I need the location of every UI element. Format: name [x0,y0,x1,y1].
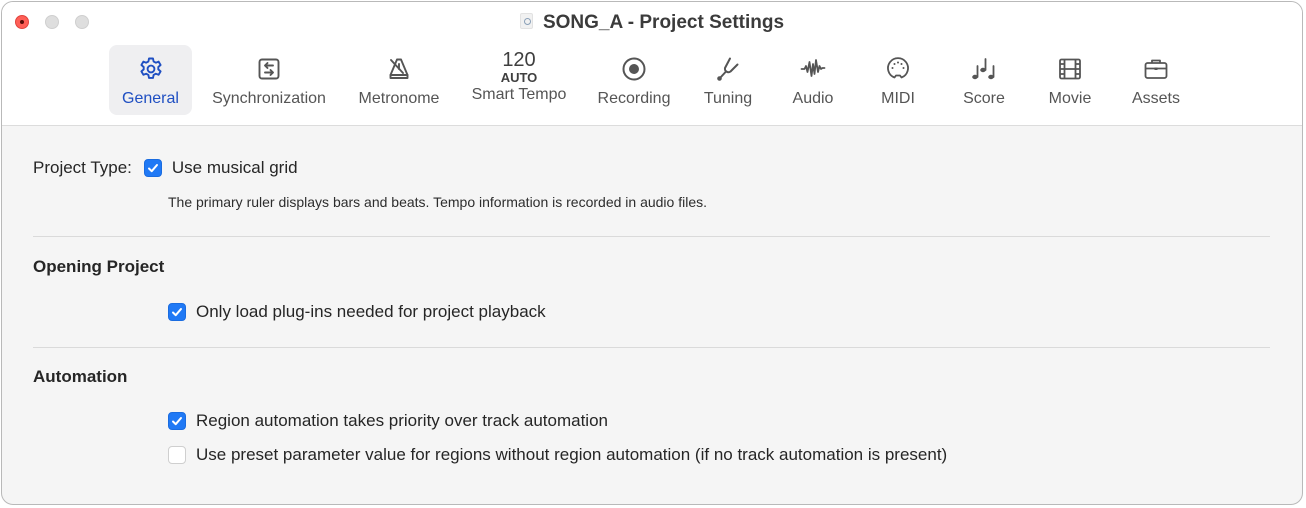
region-automation-priority-checkbox[interactable] [168,412,186,430]
tab-audio-label: Audio [792,90,834,107]
checkmark-icon [147,164,158,173]
tab-smart-tempo-label: Smart Tempo [471,86,567,103]
use-musical-grid-label[interactable]: Use musical grid [172,158,298,178]
tab-audio[interactable]: Audio [780,45,846,115]
opening-project-heading: Opening Project [33,257,165,276]
document-icon [519,13,533,29]
sync-arrows-icon [249,51,289,87]
project-type-row: Project Type: Use musical grid [33,158,298,178]
tab-tuning[interactable]: Tuning [694,45,762,115]
tempo-mode: AUTO [500,70,538,85]
automation-heading: Automation [33,367,128,386]
tab-synchronization[interactable]: Synchronization [201,45,337,115]
tab-general[interactable]: General [109,45,192,115]
project-type-label: Project Type: [33,158,132,177]
record-icon [614,51,654,87]
tab-metronome[interactable]: Metronome [349,45,449,115]
waveform-icon [793,51,833,87]
briefcase-icon [1136,51,1176,87]
tab-assets[interactable]: Assets [1123,45,1189,115]
section-divider [33,347,1270,348]
tab-smart-tempo[interactable]: 120 AUTO Smart Tempo [461,45,577,115]
use-preset-parameter-label[interactable]: Use preset parameter value for regions w… [196,445,947,465]
tuning-fork-icon [708,51,748,87]
tab-tuning-label: Tuning [703,90,753,107]
tab-movie[interactable]: Movie [1038,45,1102,115]
region-automation-priority-label[interactable]: Region automation takes priority over tr… [196,411,608,431]
tempo-value: 120 [502,49,536,71]
tab-midi[interactable]: MIDI [868,45,928,115]
midi-port-icon [878,51,918,87]
gear-icon [131,51,171,87]
tab-metronome-label: Metronome [358,90,440,107]
window-title-text: SONG_A - Project Settings [542,12,785,33]
checkmark-icon [172,308,182,317]
film-icon [1050,51,1090,87]
window-title: SONG_A - Project Settings [2,12,1302,34]
tempo-readout: 120 AUTO [499,47,539,87]
use-musical-grid-checkbox[interactable] [143,159,162,177]
tab-general-label: General [122,90,179,107]
tab-recording[interactable]: Recording [587,45,681,115]
option-row: Region automation takes priority over tr… [168,411,608,431]
tab-score-label: Score [963,90,1005,107]
title-bar: SONG_A - Project Settings General Synchr… [2,2,1302,126]
option-row: Use preset parameter value for regions w… [168,445,947,465]
option-row: Only load plug-ins needed for project pl… [168,302,546,322]
load-needed-plugins-checkbox[interactable] [168,303,186,321]
tab-assets-label: Assets [1131,90,1180,107]
checkmark-icon [172,417,182,426]
general-settings-pane: Project Type: Use musical grid The prima… [2,126,1302,504]
project-type-description: The primary ruler displays bars and beat… [168,194,707,210]
tab-movie-label: Movie [1048,90,1092,107]
load-needed-plugins-label[interactable]: Only load plug-ins needed for project pl… [196,302,546,322]
tab-recording-label: Recording [597,90,671,107]
section-divider [33,236,1270,237]
settings-toolbar: General Synchronization Metronome 120 AU… [2,45,1302,115]
tab-midi-label: MIDI [881,90,915,107]
use-preset-parameter-checkbox[interactable] [168,446,186,464]
metronome-icon [379,51,419,87]
tab-synchronization-label: Synchronization [212,90,326,107]
tab-score[interactable]: Score [953,45,1015,115]
project-settings-window: SONG_A - Project Settings General Synchr… [1,1,1303,505]
music-notes-icon [964,51,1004,87]
